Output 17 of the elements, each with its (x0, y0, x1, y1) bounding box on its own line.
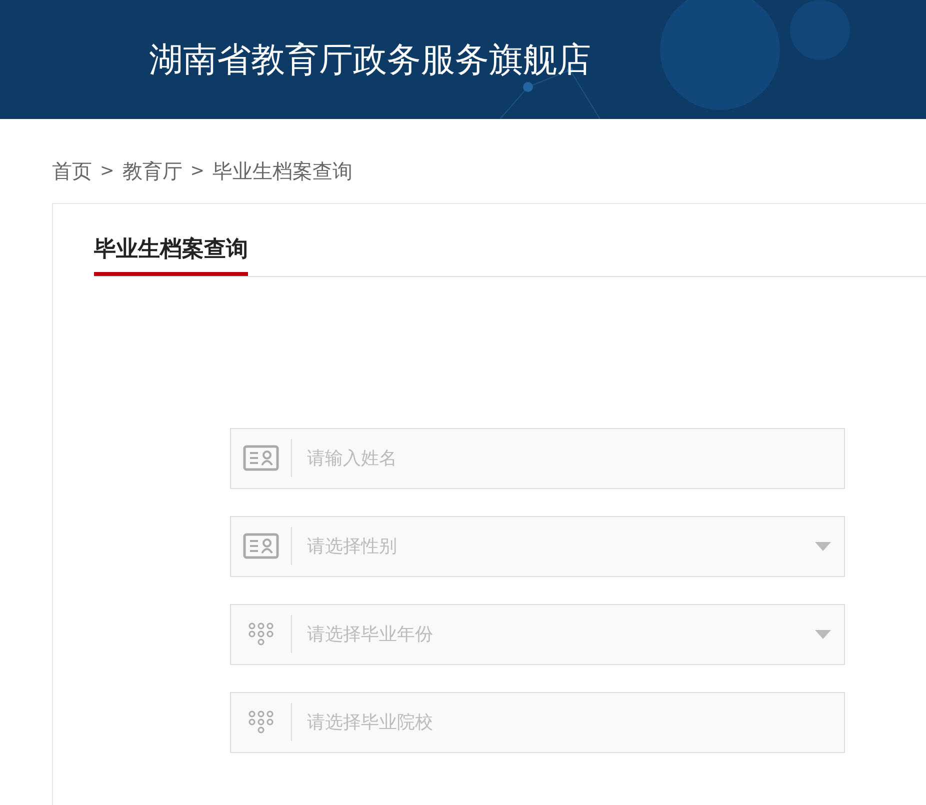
id-card-icon (243, 533, 279, 559)
keypad-icon (248, 710, 274, 734)
breadcrumb-separator: > (190, 161, 204, 181)
panel-title: 毕业生档案查询 (94, 234, 248, 276)
keypad-icon (248, 622, 274, 646)
id-card-icon (243, 445, 279, 471)
select-field[interactable]: 请选择性别 (230, 516, 845, 577)
breadcrumb-separator: > (100, 161, 114, 181)
input-field[interactable]: 请输入姓名 (230, 428, 845, 489)
breadcrumb-link[interactable]: 首页 (52, 158, 92, 184)
store-title: 湖南省教育厅政务服务旗舰店 (149, 38, 591, 82)
breadcrumb-link[interactable]: 教育厅 (122, 158, 182, 184)
caret-icon (815, 630, 831, 639)
breadcrumb-link[interactable]: 毕业生档案查询 (212, 158, 352, 184)
caret-icon (815, 542, 831, 551)
input-field[interactable]: 请选择毕业院校 (230, 692, 845, 753)
select-field[interactable]: 请选择毕业年份 (230, 604, 845, 665)
